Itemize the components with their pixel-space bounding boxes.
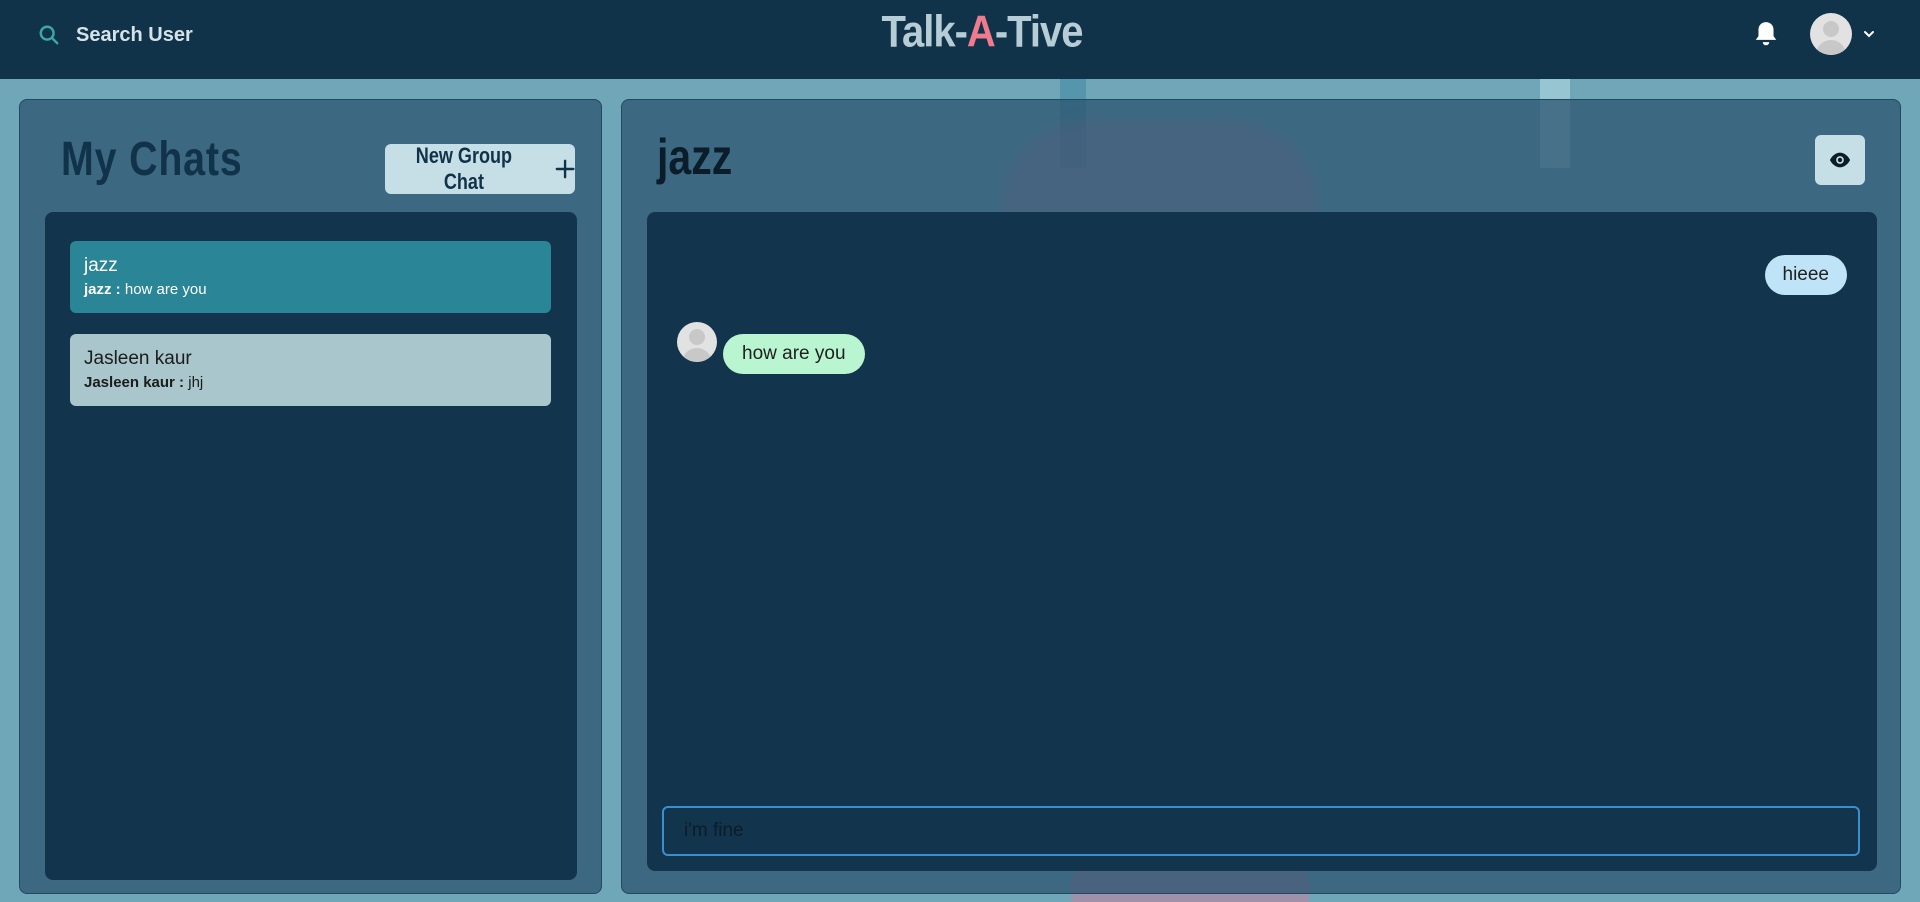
logo-prefix: Talk- xyxy=(881,7,968,57)
chat-name: jazz xyxy=(84,255,118,276)
new-group-chat-button[interactable]: New Group Chat xyxy=(385,143,575,194)
chat-list-item-jasleen-kaur[interactable]: Jasleen kaur Jasleen kaur : jhj xyxy=(70,334,551,406)
new-group-chat-label: New Group Chat xyxy=(415,143,513,194)
chat-list: jazz jazz : how are you Jasleen kaur Jas… xyxy=(45,212,577,880)
message-row-received: how are you xyxy=(677,309,865,374)
profile-menu-button[interactable] xyxy=(1810,13,1876,55)
chat-list-item-jazz[interactable]: jazz jazz : how are you xyxy=(70,241,551,313)
chevron-down-icon xyxy=(1864,31,1874,38)
logo-accent: A xyxy=(966,7,996,57)
top-bar: Search User Talk-A-Tive xyxy=(0,0,1920,79)
conversation-panel: jazz hieee how are you xyxy=(621,99,1901,894)
bell-icon[interactable] xyxy=(1753,20,1779,48)
message-bubble-received: how are you xyxy=(723,334,865,374)
chat-last-text: how are you xyxy=(120,281,207,298)
chat-last-text: jhj xyxy=(184,374,204,391)
avatar-icon xyxy=(1810,13,1852,55)
chat-last-sender: jazz : xyxy=(84,281,121,298)
plus-icon xyxy=(555,159,575,179)
chat-last-sender: Jasleen kaur : xyxy=(84,374,185,391)
my-chats-title: My Chats xyxy=(61,133,243,186)
message-input[interactable] xyxy=(662,806,1860,856)
chats-sidebar: My Chats New Group Chat jazz jazz : how … xyxy=(19,99,602,894)
conversation-title: jazz xyxy=(657,129,733,185)
eye-icon xyxy=(1829,152,1851,168)
chat-name: Jasleen kaur xyxy=(84,348,192,369)
logo-suffix: -Tive xyxy=(994,7,1084,57)
chat-last-message: jazz : how are you xyxy=(84,281,537,298)
avatar-icon[interactable] xyxy=(677,321,717,362)
messages-area: hieee how are you xyxy=(647,212,1877,871)
view-profile-button[interactable] xyxy=(1815,135,1865,185)
app-logo: Talk-A-Tive xyxy=(0,7,1920,57)
chat-last-message: Jasleen kaur : jhj xyxy=(84,374,537,391)
message-bubble-sent: hieee xyxy=(1764,255,1847,295)
